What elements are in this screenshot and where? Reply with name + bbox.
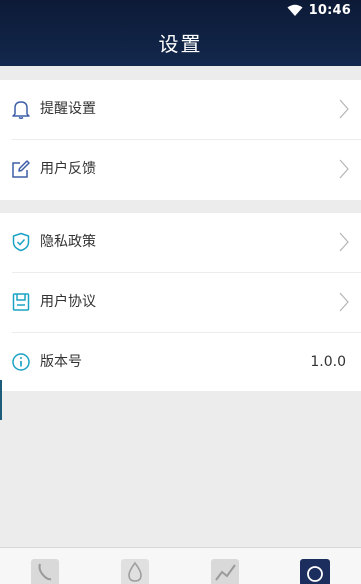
- user-agreement-label: 用户协议: [40, 294, 96, 310]
- drop-icon: [121, 559, 149, 584]
- edit-icon: [11, 159, 31, 179]
- header-bar: 10:46 设置: [0, 0, 361, 66]
- tab-phone[interactable]: [28, 556, 62, 584]
- wifi-icon: [287, 4, 303, 17]
- status-time: 10:46: [308, 3, 351, 18]
- edge-strip: [0, 380, 2, 420]
- chevron-right-icon: [339, 99, 349, 119]
- chevron-right-icon: [339, 292, 349, 312]
- bell-icon: [11, 99, 31, 119]
- status-right: 10:46: [287, 3, 351, 18]
- reminder-settings-row[interactable]: 提醒设置: [0, 80, 361, 139]
- settings-section-1: 提醒设置 用户反馈: [0, 80, 361, 200]
- tab-profile[interactable]: [298, 556, 332, 584]
- info-icon: [11, 352, 31, 372]
- tab-chart[interactable]: [208, 556, 242, 584]
- user-agreement-row[interactable]: 用户协议: [0, 273, 361, 332]
- phone-icon: [31, 559, 59, 584]
- settings-screen: 10:46 设置 提醒设置 用户反馈 隐私政策 用户协议 版本号 1.0.0: [0, 0, 361, 584]
- version-value: 1.0.0: [310, 354, 346, 370]
- version-row: 版本号 1.0.0: [0, 333, 361, 392]
- version-label: 版本号: [40, 354, 82, 370]
- chevron-right-icon: [339, 159, 349, 179]
- settings-section-2: 隐私政策 用户协议 版本号 1.0.0: [0, 213, 361, 391]
- profile-icon: [300, 559, 330, 584]
- status-bar: 10:46: [0, 0, 361, 22]
- user-feedback-row[interactable]: 用户反馈: [0, 140, 361, 199]
- chart-icon: [211, 559, 239, 584]
- bottom-tab-bar: [0, 547, 361, 584]
- document-icon: [11, 292, 31, 312]
- privacy-policy-label: 隐私政策: [40, 234, 96, 250]
- reminder-settings-label: 提醒设置: [40, 101, 96, 117]
- shield-check-icon: [11, 232, 31, 252]
- chevron-right-icon: [339, 232, 349, 252]
- privacy-policy-row[interactable]: 隐私政策: [0, 213, 361, 272]
- tab-drop[interactable]: [118, 556, 152, 584]
- user-feedback-label: 用户反馈: [40, 161, 96, 177]
- page-title: 设置: [158, 32, 203, 56]
